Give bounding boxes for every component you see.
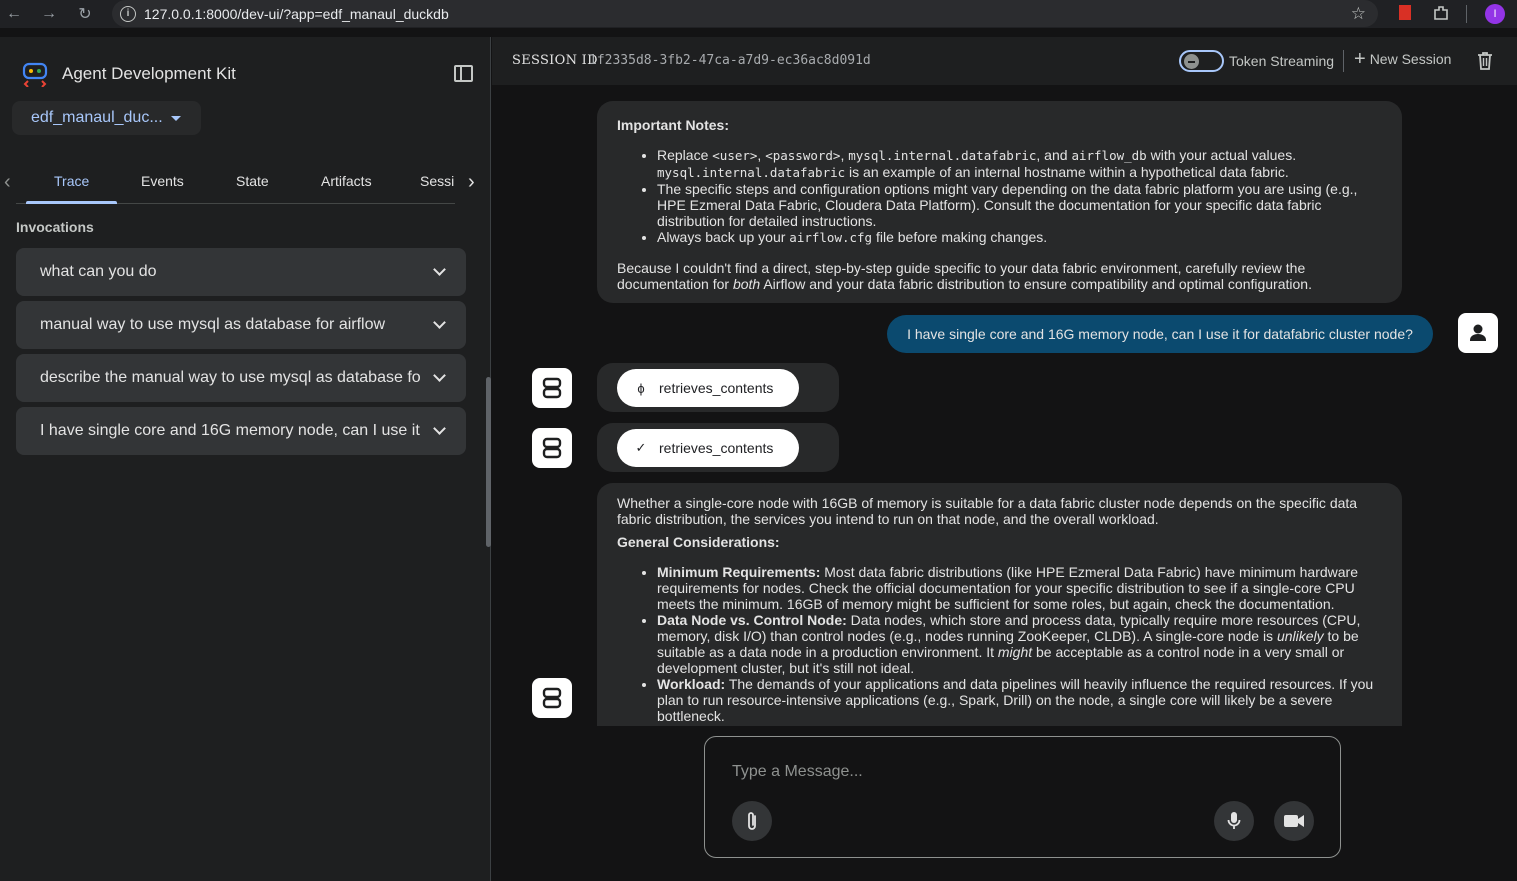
microphone-icon	[1227, 812, 1241, 829]
list-item: Replace <user>, <password>, mysql.intern…	[657, 147, 1382, 181]
tool-response-message: ✓ retrieves_contents	[597, 423, 839, 472]
message-input[interactable]: Type a Message...	[732, 763, 863, 781]
toggle-knob	[1184, 54, 1199, 69]
delete-session-icon[interactable]	[1477, 52, 1493, 70]
answer-intro: Whether a single-core node with 16GB of …	[617, 495, 1358, 527]
token-streaming-toggle[interactable]	[1179, 50, 1224, 72]
notes-list: Replace <user>, <password>, mysql.intern…	[657, 147, 1382, 246]
site-info-icon[interactable]: i	[120, 5, 136, 22]
bot-message: Important Notes: Replace <user>, <passwo…	[597, 101, 1402, 303]
browser-toolbar: ← → ↻ i 127.0.0.1:8000/dev-ui/?app=edf_m…	[0, 0, 1517, 28]
session-id-label: SESSION ID	[512, 53, 598, 68]
list-item: The specific steps and configuration opt…	[657, 181, 1382, 229]
answer-heading: General Considerations:	[617, 534, 780, 550]
list-item: Minimum Requirements: Most data fabric d…	[657, 564, 1382, 612]
list-item: Workload: The demands of your applicatio…	[657, 676, 1382, 724]
bot-avatar	[532, 678, 572, 718]
paperclip-icon	[748, 812, 756, 830]
expand-chevron-icon[interactable]	[433, 369, 446, 382]
plus-icon: +	[1354, 48, 1366, 70]
tab-sessions[interactable]: Sessi	[420, 173, 454, 189]
address-bar[interactable]: i 127.0.0.1:8000/dev-ui/?app=edf_manaul_…	[112, 0, 1378, 27]
invocation-item[interactable]: I have single core and 16G memory node, …	[16, 407, 466, 455]
invocation-item[interactable]: manual way to use mysql as database for …	[16, 301, 466, 349]
chat-panel: SESSION ID 1f2335d8-3fb2-47ca-a7d9-ec36a…	[492, 37, 1517, 881]
robot-icon	[542, 687, 562, 709]
robot-icon	[542, 377, 562, 399]
notes-title: Important Notes:	[617, 117, 729, 133]
back-icon[interactable]: ←	[2, 2, 26, 26]
function-call-name: retrieves_contents	[659, 380, 774, 396]
tabs-scroll-right-icon[interactable]: ›	[468, 171, 475, 194]
function-response-chip[interactable]: ✓ retrieves_contents	[617, 429, 799, 467]
attach-button[interactable]	[732, 801, 772, 841]
invocation-text: describe the manual way to use mysql as …	[40, 369, 420, 386]
check-icon: ✓	[635, 440, 647, 455]
sidebar: Agent Development Kit edf_manaul_duc... …	[0, 37, 491, 881]
tab-artifacts[interactable]: Artifacts	[321, 173, 372, 189]
invocation-text: manual way to use mysql as database for …	[40, 316, 386, 333]
active-tab-indicator	[26, 201, 117, 204]
app-title: Agent Development Kit	[62, 64, 236, 83]
invocation-text: I have single core and 16G memory node, …	[40, 422, 420, 439]
expand-chevron-icon[interactable]	[433, 316, 446, 329]
video-camera-icon	[1284, 815, 1304, 827]
tabs-scroll-left-icon[interactable]: ‹	[4, 171, 11, 194]
expand-chevron-icon[interactable]	[433, 263, 446, 276]
bolt-icon: ϕ	[637, 380, 645, 396]
function-call-chip[interactable]: ϕ retrieves_contents	[617, 369, 799, 407]
brand: Agent Development Kit	[22, 61, 236, 87]
session-id-value: 1f2335d8-3fb2-47ca-a7d9-ec36ac8d091d	[589, 53, 871, 68]
user-message-text: I have single core and 16G memory node, …	[907, 326, 1413, 342]
user-message: I have single core and 16G memory node, …	[887, 315, 1433, 353]
new-session-button[interactable]: + New Session	[1354, 48, 1452, 70]
tab-trace[interactable]: Trace	[54, 173, 89, 189]
reload-icon[interactable]: ↻	[73, 2, 97, 26]
user-avatar	[1458, 313, 1498, 353]
invocations-label: Invocations	[16, 219, 94, 235]
new-session-label: New Session	[1369, 51, 1452, 67]
closing-paragraph: Because I couldn't find a direct, step-b…	[617, 260, 1312, 292]
bookmark-star-icon[interactable]: ☆	[1351, 4, 1366, 24]
function-response-name: retrieves_contents	[659, 440, 774, 456]
bot-avatar	[532, 368, 572, 408]
invocation-text: what can you do	[40, 263, 157, 280]
sidebar-tabs: ‹ Trace Events State Artifacts Sessi ›	[0, 161, 491, 205]
url-text[interactable]: 127.0.0.1:8000/dev-ui/?app=edf_manaul_du…	[144, 6, 449, 22]
person-icon	[1470, 324, 1486, 341]
header-divider	[1343, 50, 1344, 72]
collapse-sidebar-icon[interactable]	[454, 65, 473, 82]
extension-bookmark-icon[interactable]	[1397, 4, 1413, 22]
sidebar-scrollbar[interactable]	[486, 377, 491, 547]
robot-icon	[542, 437, 562, 459]
session-header: SESSION ID 1f2335d8-3fb2-47ca-a7d9-ec36a…	[492, 37, 1517, 85]
tab-events[interactable]: Events	[141, 173, 184, 189]
forward-icon[interactable]: →	[37, 2, 61, 26]
tool-call-message: ϕ retrieves_contents	[597, 363, 839, 412]
profile-avatar[interactable]: I	[1485, 4, 1505, 24]
adk-logo-icon	[22, 62, 48, 87]
app-selector[interactable]: edf_manaul_duc...	[12, 101, 201, 135]
expand-chevron-icon[interactable]	[433, 422, 446, 435]
video-button[interactable]	[1274, 801, 1314, 841]
app-selector-value: edf_manaul_duc...	[31, 109, 163, 126]
extensions-puzzle-icon[interactable]	[1432, 4, 1450, 22]
considerations-list: Minimum Requirements: Most data fabric d…	[657, 564, 1382, 724]
invocation-item[interactable]: describe the manual way to use mysql as …	[16, 354, 466, 402]
bot-avatar	[532, 428, 572, 468]
bot-message: Whether a single-core node with 16GB of …	[597, 483, 1402, 726]
token-streaming-label: Token Streaming	[1229, 53, 1335, 69]
message-composer[interactable]: Type a Message...	[704, 736, 1341, 858]
toolbar-divider	[1466, 5, 1467, 23]
list-item: Always back up your airflow.cfg file bef…	[657, 229, 1382, 246]
tab-state[interactable]: State	[236, 173, 269, 189]
list-item: Data Node vs. Control Node: Data nodes, …	[657, 612, 1382, 676]
invocation-item[interactable]: what can you do	[16, 248, 466, 296]
dropdown-caret-icon	[170, 115, 181, 121]
microphone-button[interactable]	[1214, 801, 1254, 841]
